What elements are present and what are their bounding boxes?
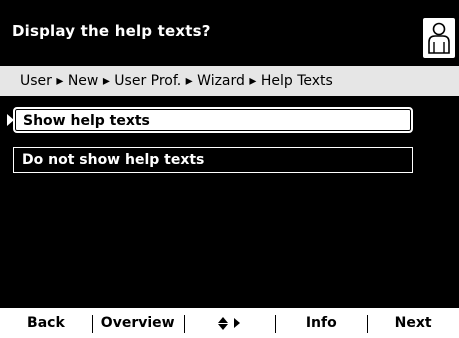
header-bar: Display the help texts? — [0, 0, 459, 66]
option-show-help-texts[interactable]: Show help texts — [13, 107, 413, 133]
page-title: Display the help texts? — [12, 22, 211, 40]
info-button[interactable]: Info — [275, 308, 367, 338]
user-profile-icon — [423, 18, 455, 58]
breadcrumb: User ▸ New ▸ User Prof. ▸ Wizard ▸ Help … — [0, 66, 459, 96]
overview-button[interactable]: Overview — [91, 308, 184, 338]
option-list: Show help texts Do not show help texts — [0, 96, 459, 308]
back-button[interactable]: Back — [0, 308, 92, 338]
softkey-bar: Back Overview Info Next — [0, 308, 459, 338]
navigate-button[interactable] — [183, 308, 276, 338]
next-button[interactable]: Next — [367, 308, 459, 338]
option-do-not-show-help-texts[interactable]: Do not show help texts — [13, 147, 413, 173]
up-down-right-arrows-icon — [218, 316, 241, 330]
